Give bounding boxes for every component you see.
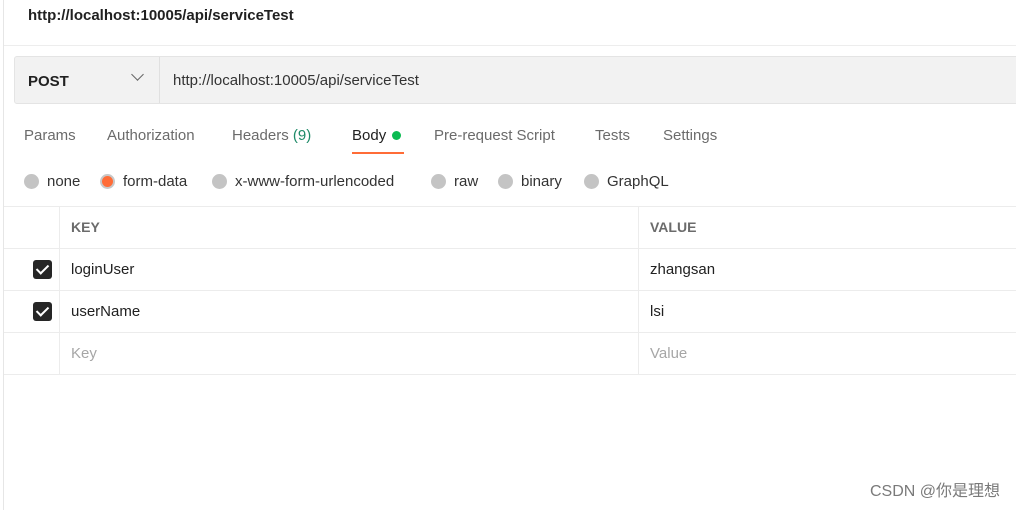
radio-icon	[431, 174, 446, 189]
radio-none[interactable]: none	[24, 173, 80, 190]
radio-icon	[24, 174, 39, 189]
radio-binary[interactable]: binary	[498, 173, 562, 190]
watermark: CSDN @你是理想	[869, 483, 1000, 500]
radio-label: GraphQL	[607, 173, 669, 190]
form-data-table: KEY VALUE loginUser zhangsan userName ls…	[4, 206, 1016, 375]
table-row-new: Key Value	[4, 332, 1016, 375]
radio-form-data[interactable]: form-data	[100, 173, 187, 190]
divider	[4, 45, 1016, 46]
body-status-dot-icon	[392, 131, 402, 140]
row-checkbox[interactable]	[33, 260, 52, 279]
tab-label: Body	[352, 127, 387, 144]
tab-settings[interactable]: Settings	[663, 127, 717, 144]
radio-raw[interactable]: raw	[431, 173, 478, 190]
value-header: VALUE	[650, 219, 697, 235]
table-header: KEY VALUE	[4, 206, 1016, 248]
radio-x-www-form-urlencoded[interactable]: x-www-form-urlencoded	[212, 173, 394, 190]
tab-body[interactable]: Body	[352, 127, 402, 144]
key-cell[interactable]: userName	[71, 303, 140, 320]
radio-icon	[584, 174, 599, 189]
headers-count: (9)	[292, 127, 312, 144]
table-row: loginUser zhangsan	[4, 248, 1016, 290]
request-title: http://localhost:10005/api/serviceTest	[28, 7, 294, 24]
tab-params[interactable]: Params	[24, 127, 76, 144]
radio-label: x-www-form-urlencoded	[235, 173, 395, 190]
request-bar: POST http://localhost:10005/api/serviceT…	[14, 56, 1016, 104]
key-header: KEY	[71, 219, 100, 235]
radio-icon	[498, 174, 513, 189]
key-cell[interactable]: loginUser	[71, 261, 134, 278]
chevron-down-icon	[131, 68, 144, 81]
tab-pre-request-script[interactable]: Pre-request Script	[434, 127, 555, 144]
value-input[interactable]: Value	[650, 345, 687, 362]
value-cell[interactable]: zhangsan	[650, 261, 715, 278]
radio-label: binary	[521, 173, 562, 190]
value-cell[interactable]: lsi	[650, 303, 664, 320]
url-input[interactable]: http://localhost:10005/api/serviceTest	[173, 72, 419, 89]
row-checkbox[interactable]	[33, 302, 52, 321]
radio-icon	[212, 174, 227, 189]
radio-graphql[interactable]: GraphQL	[584, 173, 669, 190]
tab-label: Headers	[232, 127, 289, 144]
method-label: POST	[28, 73, 69, 90]
tab-headers[interactable]: Headers (9)	[232, 127, 311, 144]
radio-selected-icon	[100, 174, 115, 189]
radio-label: none	[47, 173, 81, 190]
radio-label: raw	[454, 173, 479, 190]
method-select[interactable]: POST	[15, 57, 160, 103]
tab-tests[interactable]: Tests	[595, 127, 630, 144]
active-tab-indicator	[352, 152, 404, 154]
radio-label: form-data	[123, 173, 188, 190]
table-row: userName lsi	[4, 290, 1016, 332]
key-input[interactable]: Key	[71, 345, 97, 362]
tab-authorization[interactable]: Authorization	[107, 127, 195, 144]
